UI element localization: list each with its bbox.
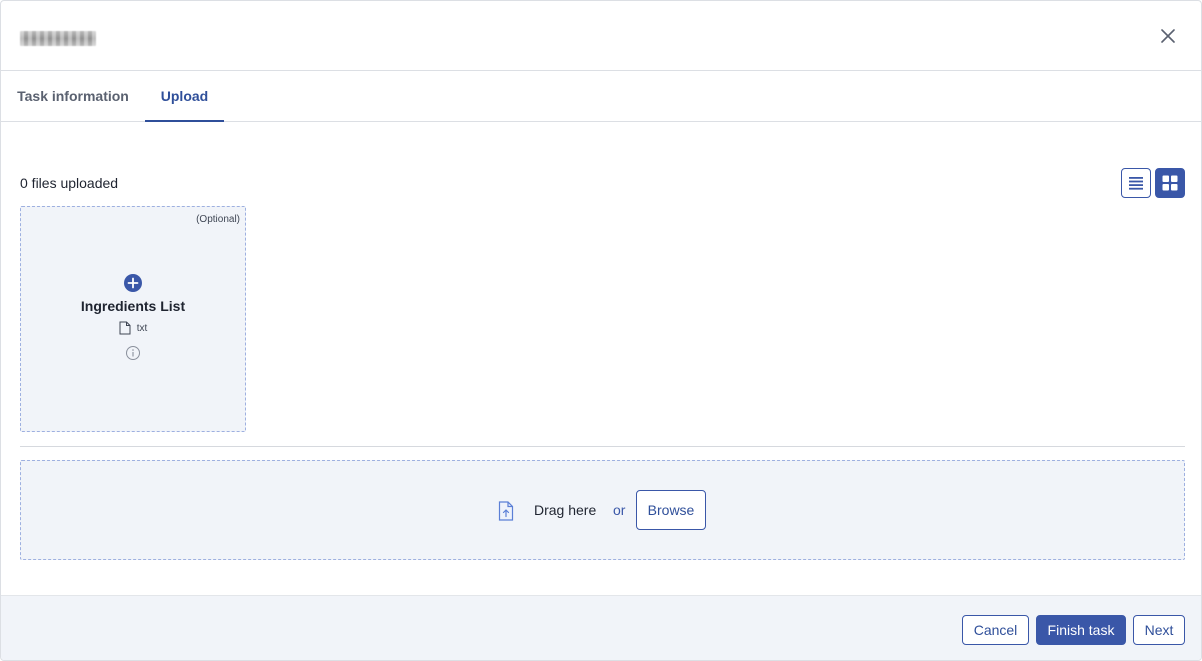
upload-dialog: Task information Upload 0 files uploaded… [0,0,1202,661]
dialog-title-redacted [20,31,96,46]
tab-task-information[interactable]: Task information [1,72,145,122]
upload-slot-card[interactable]: (Optional) Ingredients List txt [20,206,246,432]
tab-upload[interactable]: Upload [145,72,224,122]
cancel-button[interactable]: Cancel [962,615,1029,645]
grid-view-icon [1162,175,1178,191]
dialog-header [1,1,1201,71]
section-divider [20,446,1185,447]
slot-name: Ingredients List [80,298,186,314]
list-view-button[interactable] [1121,168,1151,198]
or-text: or [613,502,626,518]
file-upload-icon [498,501,514,521]
tab-bar: Task information Upload [1,72,1201,122]
file-type-row: txt [21,321,245,335]
optional-label: (Optional) [196,214,240,225]
files-uploaded-count: 0 files uploaded [20,175,119,191]
close-icon[interactable] [1159,27,1177,45]
file-icon [119,321,131,335]
next-button[interactable]: Next [1133,615,1185,645]
dialog-footer: Cancel Finish task Next [1,595,1201,660]
finish-task-button[interactable]: Finish task [1036,615,1126,645]
file-dropzone[interactable]: Drag here or Browse [20,460,1185,560]
grid-view-button[interactable] [1155,168,1185,198]
drag-here-text: Drag here [534,502,597,518]
list-view-icon [1129,177,1143,190]
add-circle-icon[interactable] [124,274,142,292]
browse-button[interactable]: Browse [636,490,706,530]
file-type-label: txt [136,322,148,334]
info-icon[interactable] [125,345,141,361]
